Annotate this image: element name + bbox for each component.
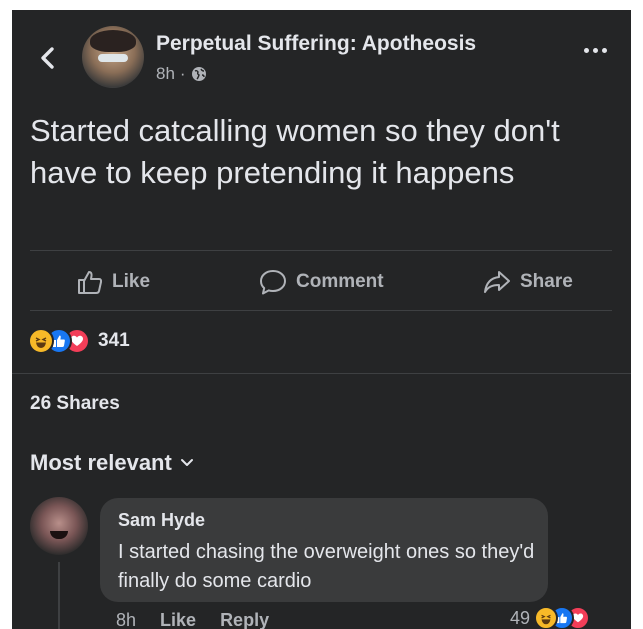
more-dot <box>584 48 589 53</box>
haha-reaction-icon <box>28 328 54 354</box>
post-meta: 8h · <box>156 64 207 84</box>
comment-reply-button[interactable]: Reply <box>220 610 269 629</box>
chevron-down-icon <box>180 459 193 466</box>
post-screen: Perpetual Suffering: Apotheosis 8h · Sta… <box>12 10 631 629</box>
comment-like-button[interactable]: Like <box>160 610 196 629</box>
reaction-summary[interactable]: 341 <box>28 328 130 354</box>
comment-bubble[interactable]: Sam Hyde I started chasing the overweigh… <box>100 498 548 602</box>
sort-label: Most relevant <box>30 450 172 475</box>
divider <box>12 373 631 374</box>
avatar-glasses <box>98 54 128 62</box>
more-dot <box>593 48 598 53</box>
post-action-bar: Like Comment Share <box>32 260 612 304</box>
comment-sort-dropdown[interactable]: Most relevant <box>30 450 194 476</box>
post-text: Started catcalling women so they don't h… <box>30 113 560 190</box>
reaction-count: 341 <box>98 330 130 351</box>
author-name[interactable]: Perpetual Suffering: Apotheosis <box>156 32 476 56</box>
globe-icon <box>191 67 206 81</box>
comment-actions: 8h Like Reply <box>116 610 269 629</box>
share-arrow-icon <box>484 271 510 293</box>
commenter-name[interactable]: Sam Hyde <box>118 510 205 531</box>
comment-text: I started chasing the overweight ones so… <box>118 541 535 592</box>
like-button[interactable]: Like <box>76 268 150 296</box>
shares-count[interactable]: 26 Shares <box>30 393 120 415</box>
author-avatar[interactable] <box>82 26 144 88</box>
back-button[interactable] <box>36 44 58 72</box>
post-time[interactable]: 8h <box>156 64 175 84</box>
haha-reaction-icon <box>534 606 559 629</box>
more-options-button[interactable] <box>584 48 607 53</box>
comment-label: Comment <box>296 271 384 292</box>
divider <box>30 310 612 311</box>
share-label: Share <box>520 271 573 292</box>
thumbs-up-icon <box>78 271 103 294</box>
chevron-left-icon <box>41 47 54 69</box>
comment-reaction-summary[interactable]: 49 <box>510 606 591 629</box>
more-dot <box>602 48 607 53</box>
thread-line <box>58 562 60 629</box>
divider <box>30 250 612 251</box>
avatar-mouth <box>50 531 68 539</box>
comment-bubble-icon <box>260 270 286 295</box>
comment-time: 8h <box>116 610 137 629</box>
commenter-avatar[interactable] <box>30 497 88 555</box>
meta-separator: · <box>179 64 186 83</box>
like-label: Like <box>112 271 151 292</box>
avatar-hair <box>90 30 136 52</box>
share-button[interactable]: Share <box>482 268 573 296</box>
comment-reaction-count: 49 <box>510 607 531 628</box>
comment-button[interactable]: Comment <box>258 268 384 296</box>
